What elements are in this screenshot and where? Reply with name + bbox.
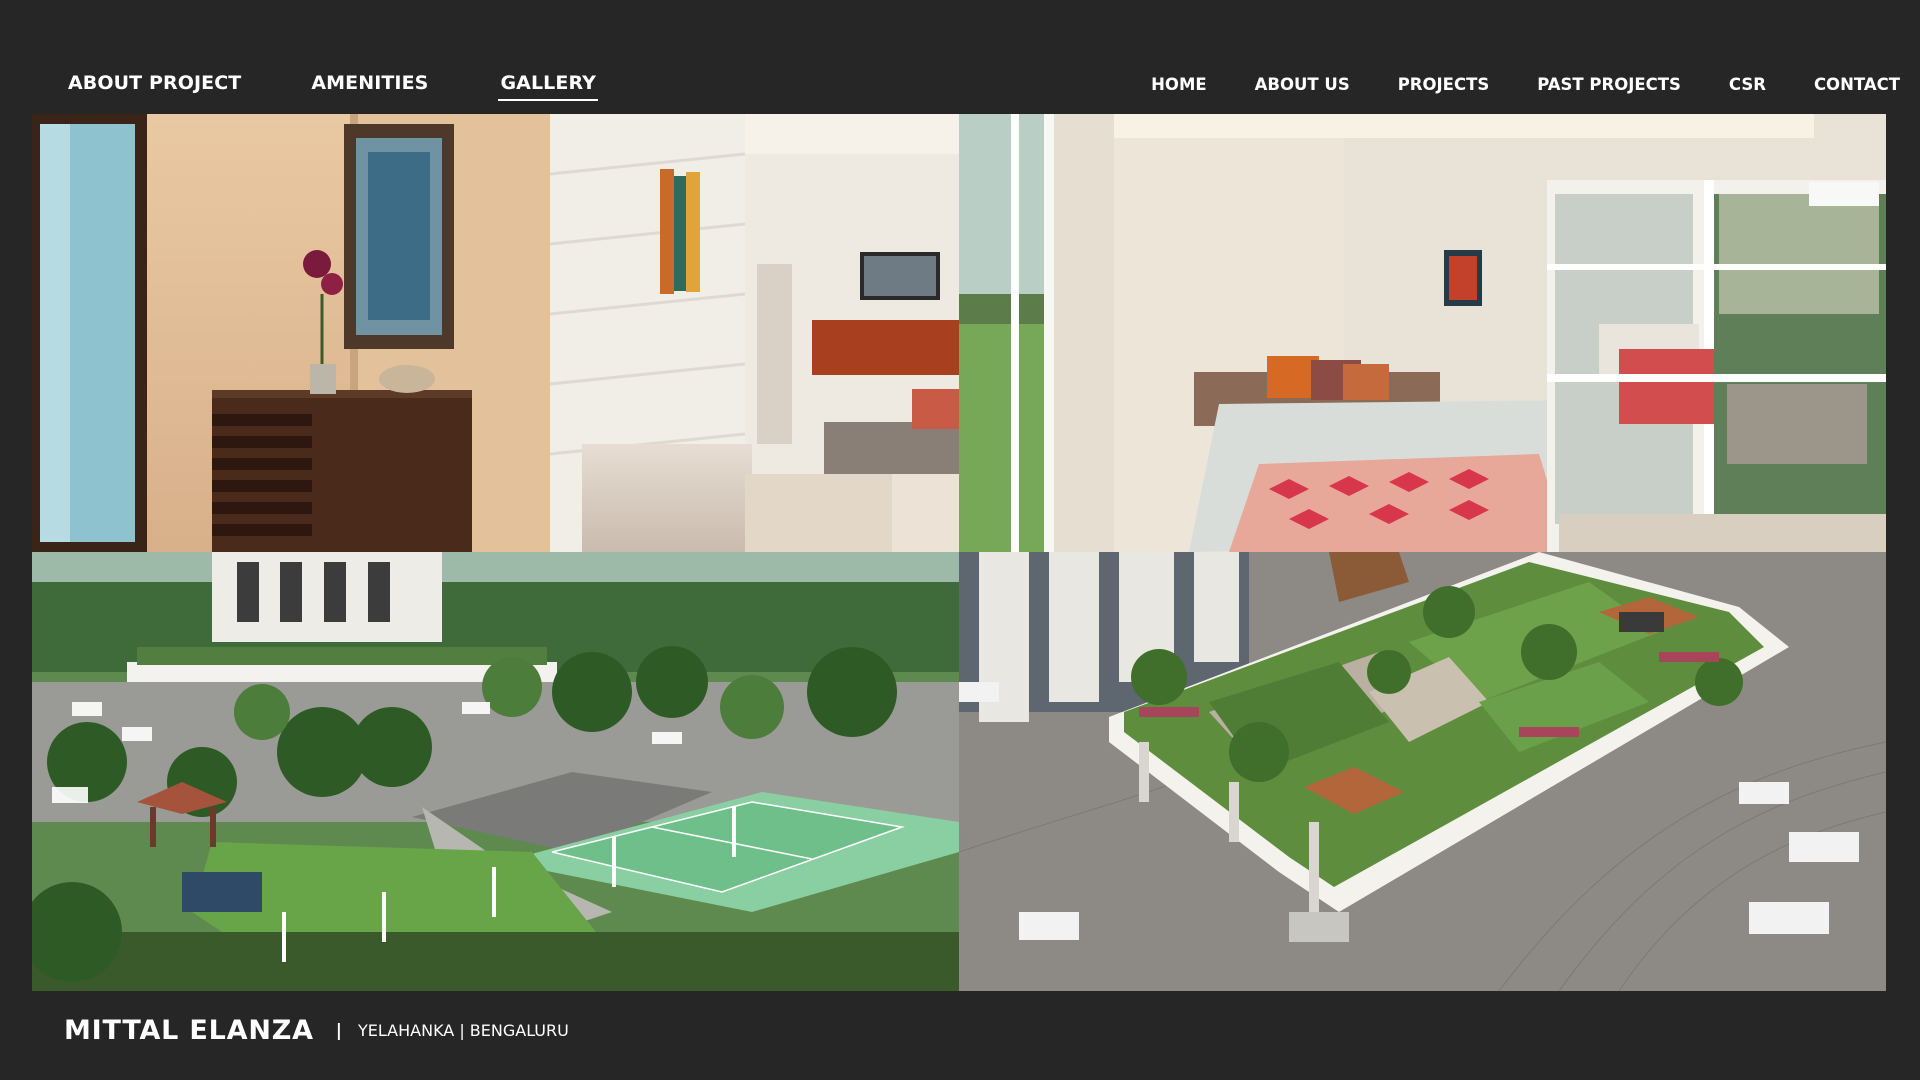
project-location: YELAHANKA | BENGALURU bbox=[358, 1021, 569, 1040]
nav-projects[interactable]: PROJECTS bbox=[1398, 75, 1489, 94]
gallery-image-bedroom[interactable] bbox=[959, 114, 1886, 552]
nav-contact[interactable]: CONTACT bbox=[1814, 75, 1900, 94]
gallery-grid bbox=[32, 114, 1886, 991]
gallery-image-sports-court[interactable] bbox=[32, 552, 959, 991]
footer-separator: | bbox=[335, 1020, 343, 1041]
project-footer: MITTAL ELANZA | YELAHANKA | BENGALURU bbox=[64, 1015, 569, 1046]
living-hallway-photo bbox=[32, 114, 959, 552]
project-name: MITTAL ELANZA bbox=[64, 1015, 314, 1046]
sports-court-render bbox=[32, 552, 959, 991]
nav-home[interactable]: HOME bbox=[1151, 75, 1207, 94]
nav-about-us[interactable]: ABOUT US bbox=[1255, 75, 1350, 94]
gallery-image-rooftop-garden[interactable] bbox=[959, 552, 1886, 991]
site-nav: HOME ABOUT US PROJECTS PAST PROJECTS CSR… bbox=[1103, 75, 1900, 94]
nav-past-projects[interactable]: PAST PROJECTS bbox=[1537, 75, 1681, 94]
bedroom-photo bbox=[959, 114, 1886, 552]
project-nav: ABOUT PROJECT AMENITIES GALLERY bbox=[68, 72, 668, 101]
nav-gallery[interactable]: GALLERY bbox=[498, 72, 599, 101]
nav-csr[interactable]: CSR bbox=[1729, 75, 1766, 94]
rooftop-garden-render bbox=[959, 552, 1886, 991]
gallery-image-living-hallway[interactable] bbox=[32, 114, 959, 552]
nav-amenities[interactable]: AMENITIES bbox=[311, 72, 428, 101]
nav-about-project[interactable]: ABOUT PROJECT bbox=[68, 72, 241, 101]
